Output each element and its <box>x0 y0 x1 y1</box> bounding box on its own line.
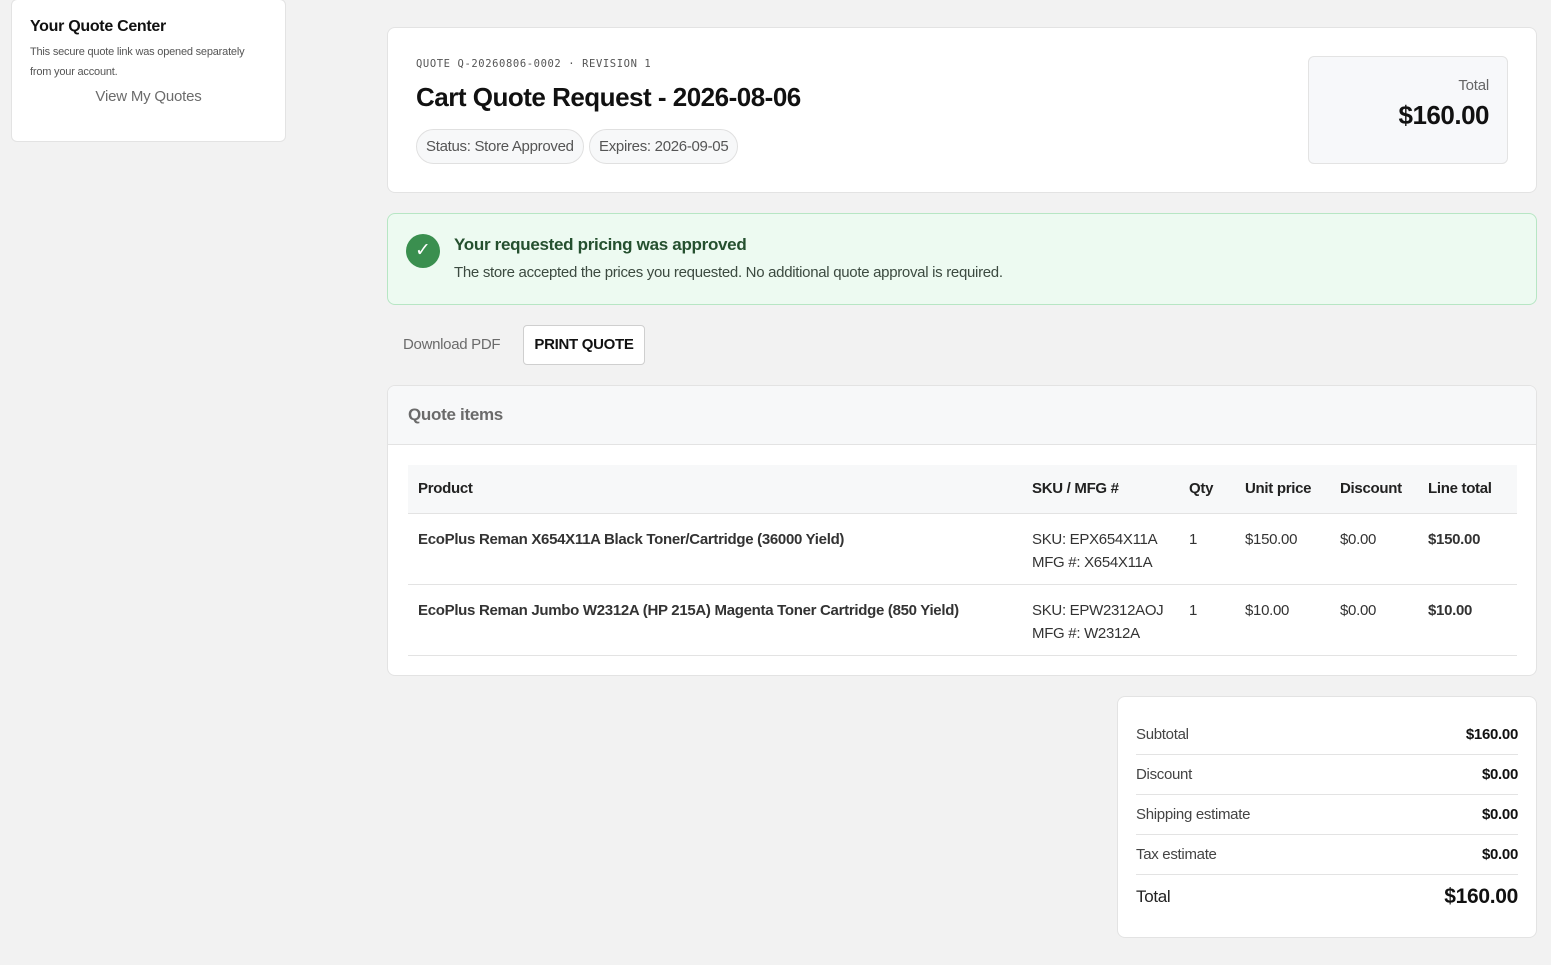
total-value: $160.00 <box>1444 885 1518 908</box>
product-name: EcoPlus Reman X654X11A Black Toner/Cartr… <box>408 513 1022 585</box>
summary-row-discount: Discount $0.00 <box>1136 755 1518 795</box>
items-table: Product SKU / MFG # Qty Unit price Disco… <box>408 465 1517 656</box>
print-quote-button[interactable]: PRINT QUOTE <box>523 325 645 365</box>
sku-cell: SKU: EPX654X11A MFG #: X654X11A <box>1022 513 1179 585</box>
column-header-unit-price: Unit price <box>1235 465 1330 514</box>
summary-row-tax: Tax estimate $0.00 <box>1136 835 1518 875</box>
approval-alert: ✓ Your requested pricing was approved Th… <box>387 213 1537 305</box>
alert-title: Your requested pricing was approved <box>454 235 747 254</box>
discount-cell: $0.00 <box>1330 584 1418 656</box>
summary-row-total: Total $160.00 <box>1136 875 1518 919</box>
order-summary-card: Subtotal $160.00 Discount $0.00 Shipping… <box>1117 696 1537 938</box>
header-total-label: Total <box>1458 77 1489 94</box>
sidebar-title: Your Quote Center <box>30 18 166 35</box>
view-my-quotes-link[interactable]: View My Quotes <box>30 88 267 105</box>
header-total-value: $160.00 <box>1398 100 1490 130</box>
mfg-value: MFG #: W2312A <box>1032 624 1140 642</box>
line-total-cell: $150.00 <box>1418 513 1517 585</box>
table-row: EcoPlus Reman Jumbo W2312A (HP 215A) Mag… <box>408 584 1517 656</box>
discount-value: $0.00 <box>1481 766 1518 783</box>
quote-items-card: Quote items Product SKU / MFG # Qty Unit… <box>387 385 1537 676</box>
quote-header-card: QUOTE Q-20260806-0002 · REVISION 1 Cart … <box>387 27 1537 193</box>
product-name: EcoPlus Reman Jumbo W2312A (HP 215A) Mag… <box>408 584 1022 656</box>
discount-label: Discount <box>1136 766 1192 783</box>
column-header-discount: Discount <box>1330 465 1418 514</box>
tax-value: $0.00 <box>1481 846 1518 863</box>
sku-cell: SKU: EPW2312AOJ MFG #: W2312A <box>1022 584 1179 656</box>
download-pdf-button[interactable]: Download PDF <box>403 336 501 353</box>
quote-center-sidebar: Your Quote Center This secure quote link… <box>11 0 286 142</box>
table-header-row: Product SKU / MFG # Qty Unit price Disco… <box>408 465 1517 514</box>
qty-cell: 1 <box>1179 584 1235 656</box>
column-header-product: Product <box>408 465 1022 514</box>
subtotal-label: Subtotal <box>1136 726 1189 743</box>
alert-message: The store accepted the prices you reques… <box>454 264 1003 281</box>
table-row: EcoPlus Reman X654X11A Black Toner/Cartr… <box>408 513 1517 585</box>
subtotal-value: $160.00 <box>1465 726 1518 743</box>
tax-label: Tax estimate <box>1136 846 1217 863</box>
shipping-value: $0.00 <box>1481 806 1518 823</box>
qty-cell: 1 <box>1179 513 1235 585</box>
discount-cell: $0.00 <box>1330 513 1418 585</box>
items-heading: Quote items <box>388 386 1536 445</box>
column-header-sku: SKU / MFG # <box>1022 465 1179 514</box>
total-label: Total <box>1136 887 1171 906</box>
summary-row-shipping: Shipping estimate $0.00 <box>1136 795 1518 835</box>
summary-row-subtotal: Subtotal $160.00 <box>1136 715 1518 755</box>
header-total-box: Total $160.00 <box>1308 56 1508 164</box>
page-title: Cart Quote Request - 2026-08-06 <box>416 82 801 112</box>
mfg-value: MFG #: X654X11A <box>1032 553 1153 571</box>
check-icon: ✓ <box>406 234 440 268</box>
unit-price-cell: $150.00 <box>1235 513 1330 585</box>
unit-price-cell: $10.00 <box>1235 584 1330 656</box>
column-header-line-total: Line total <box>1418 465 1517 514</box>
shipping-label: Shipping estimate <box>1136 806 1251 823</box>
expires-badge: Expires: 2026-09-05 <box>589 129 739 164</box>
status-badge: Status: Store Approved <box>416 129 584 164</box>
quote-number: QUOTE Q-20260806-0002 · REVISION 1 <box>416 58 652 70</box>
sku-value: SKU: EPW2312AOJ <box>1032 601 1164 619</box>
sku-value: SKU: EPX654X11A <box>1032 530 1158 548</box>
sidebar-description: This secure quote link was opened separa… <box>30 46 245 78</box>
column-header-qty: Qty <box>1179 465 1235 514</box>
line-total-cell: $10.00 <box>1418 584 1517 656</box>
